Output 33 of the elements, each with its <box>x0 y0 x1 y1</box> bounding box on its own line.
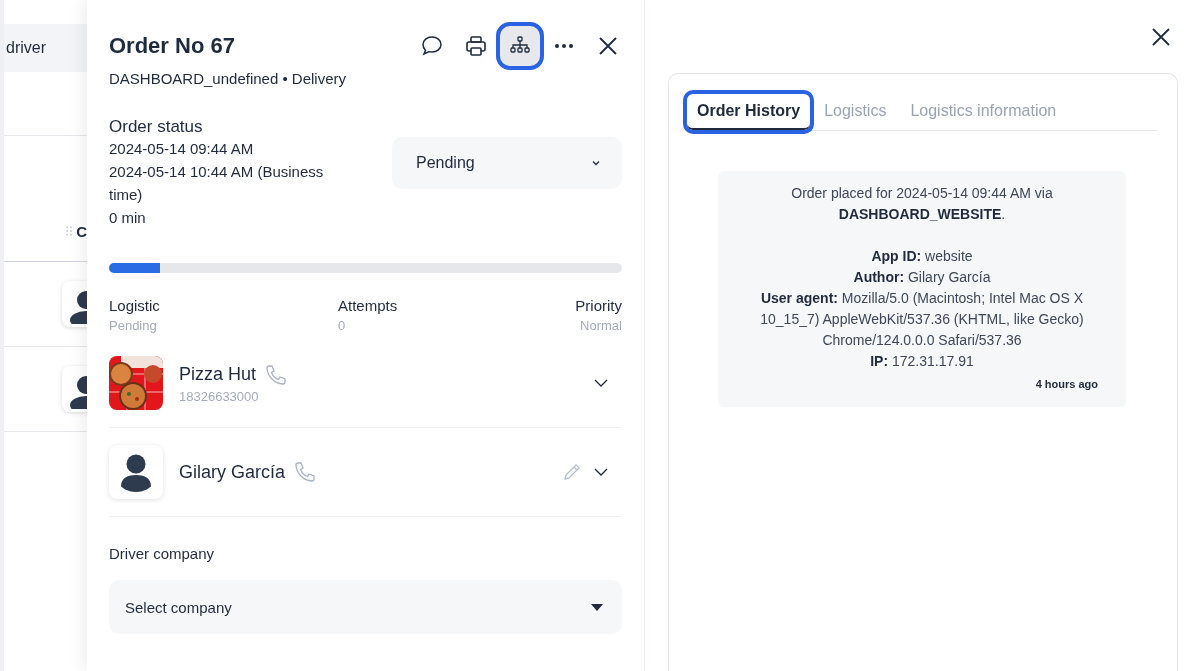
status-time: 2024-05-14 10:44 AM (Business time) <box>109 162 325 205</box>
company-select[interactable]: Select company <box>109 580 622 634</box>
contact-name: Gilary García <box>179 461 286 483</box>
timestamp: 4 hours ago <box>1034 377 1098 392</box>
history-detail: User agent: Mozilla/5.0 (Macintosh; Intel Mac OS X 10_15_7) AppleWebKit/537.36 (KHTML, like Gecko) Chrome/124.0.0.0 Safari/537.36 <box>759 289 1085 350</box>
caret-icon <box>590 602 604 612</box>
stat-value: 0 <box>338 318 347 333</box>
column-heading: C <box>76 222 87 240</box>
section-heading: Order status <box>109 117 204 137</box>
status-time: 0 min <box>109 208 147 228</box>
stat-label: Priority <box>575 297 622 314</box>
order-title: Order No 67 <box>109 33 235 59</box>
history-detail: IP: 172.31.17.91 <box>869 352 975 371</box>
field-label: Driver company <box>109 545 216 562</box>
phone-number: 18326633000 <box>179 388 260 404</box>
history-summary: Order placed for 2024-05-14 09:44 AM via DASHBOARD_WEBSITE. <box>790 184 1054 224</box>
more-icon <box>555 44 573 48</box>
column-heading: driver <box>6 39 46 57</box>
status-time: 2024-05-14 09:44 AM <box>109 139 255 159</box>
stat-value: Pending <box>109 318 158 333</box>
drag-handle-icon[interactable] <box>66 223 73 239</box>
stat-label: Attempts <box>338 297 398 314</box>
stat-value: Normal <box>579 318 622 333</box>
close-icon[interactable] <box>1150 25 1172 48</box>
status-select[interactable]: Pending <box>392 137 622 189</box>
stat-label: Logistic <box>109 297 160 314</box>
avatar-icon <box>109 445 163 499</box>
chat-icon <box>420 34 444 58</box>
history-detail: App ID: website <box>870 247 974 266</box>
contact-name: Pizza Hut <box>179 364 257 385</box>
printer-icon <box>464 34 488 58</box>
history-detail: Author: Gilary García <box>852 268 992 287</box>
order-subtitle: DASHBOARD_undefined • Delivery <box>109 70 348 87</box>
